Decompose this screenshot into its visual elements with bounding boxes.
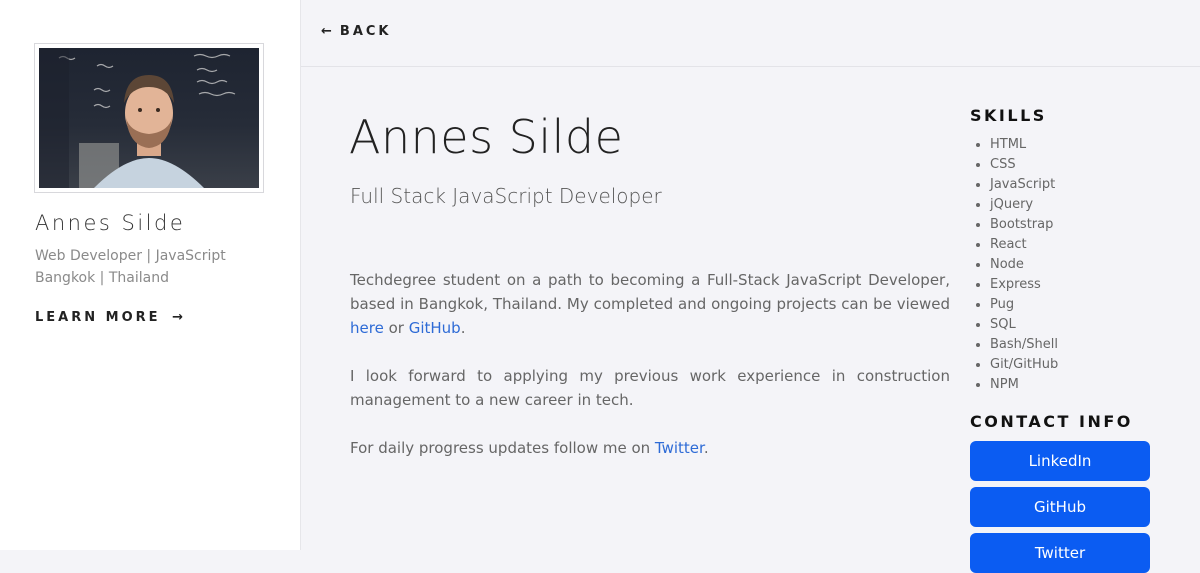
- profile-photo-frame: [34, 43, 264, 193]
- skill-item: Express: [990, 275, 1058, 295]
- back-label: BACK: [339, 24, 392, 39]
- skill-item: jQuery: [990, 195, 1058, 215]
- here-link[interactable]: here: [350, 319, 384, 337]
- linkedin-button[interactable]: LinkedIn: [970, 441, 1150, 481]
- twitter-link[interactable]: Twitter: [655, 439, 704, 457]
- github-button[interactable]: GitHub: [970, 487, 1150, 527]
- arrow-right-icon: →: [172, 310, 183, 325]
- skills-heading: SKILLS: [970, 106, 1047, 125]
- learn-more-link[interactable]: LEARN MORE →: [35, 310, 183, 325]
- bio-text-3: For daily progress updates follow me on: [350, 439, 655, 457]
- github-link[interactable]: GitHub: [409, 319, 461, 337]
- skill-item: Bash/Shell: [990, 335, 1058, 355]
- skill-item: Pug: [990, 295, 1058, 315]
- arrow-left-icon: ←: [321, 24, 332, 39]
- page-title: Annes Silde: [349, 110, 624, 164]
- sidebar-location: Bangkok | Thailand: [35, 270, 169, 286]
- skill-item: HTML: [990, 135, 1058, 155]
- skill-item: Git/GitHub: [990, 355, 1058, 375]
- profile-photo: [39, 48, 259, 188]
- bio-text-1-mid: or: [383, 319, 409, 337]
- profile-sidebar: Annes Silde Web Developer | JavaScript B…: [0, 0, 301, 550]
- bio-text-3-end: .: [703, 439, 709, 457]
- contact-heading: CONTACT INFO: [970, 412, 1133, 431]
- bio-paragraph-2: I look forward to applying my previous w…: [350, 367, 950, 409]
- bio-text-1: Techdegree student on a path to becoming…: [350, 271, 950, 313]
- bio-paragraph-1: Techdegree student on a path to becoming…: [350, 268, 950, 340]
- twitter-button[interactable]: Twitter: [970, 533, 1150, 573]
- skill-item: Bootstrap: [990, 215, 1058, 235]
- skill-item: NPM: [990, 375, 1058, 395]
- skills-list: HTML CSS JavaScript jQuery Bootstrap Rea…: [970, 135, 1058, 395]
- top-bar: ← BACK: [301, 0, 1200, 67]
- skill-item: CSS: [990, 155, 1058, 175]
- back-button[interactable]: ← BACK: [321, 24, 392, 39]
- skill-item: React: [990, 235, 1058, 255]
- bio-paragraph-3: For daily progress updates follow me on …: [350, 436, 950, 460]
- bio-text-1-end: .: [460, 319, 466, 337]
- sidebar-role: Web Developer | JavaScript: [35, 248, 226, 264]
- skill-item: SQL: [990, 315, 1058, 335]
- page-subtitle: Full Stack JavaScript Developer: [350, 184, 662, 208]
- learn-more-label: LEARN MORE: [35, 310, 161, 325]
- skill-item: JavaScript: [990, 175, 1058, 195]
- profile-photo-illustration: [39, 48, 236, 188]
- skill-item: Node: [990, 255, 1058, 275]
- sidebar-name: Annes Silde: [35, 211, 186, 235]
